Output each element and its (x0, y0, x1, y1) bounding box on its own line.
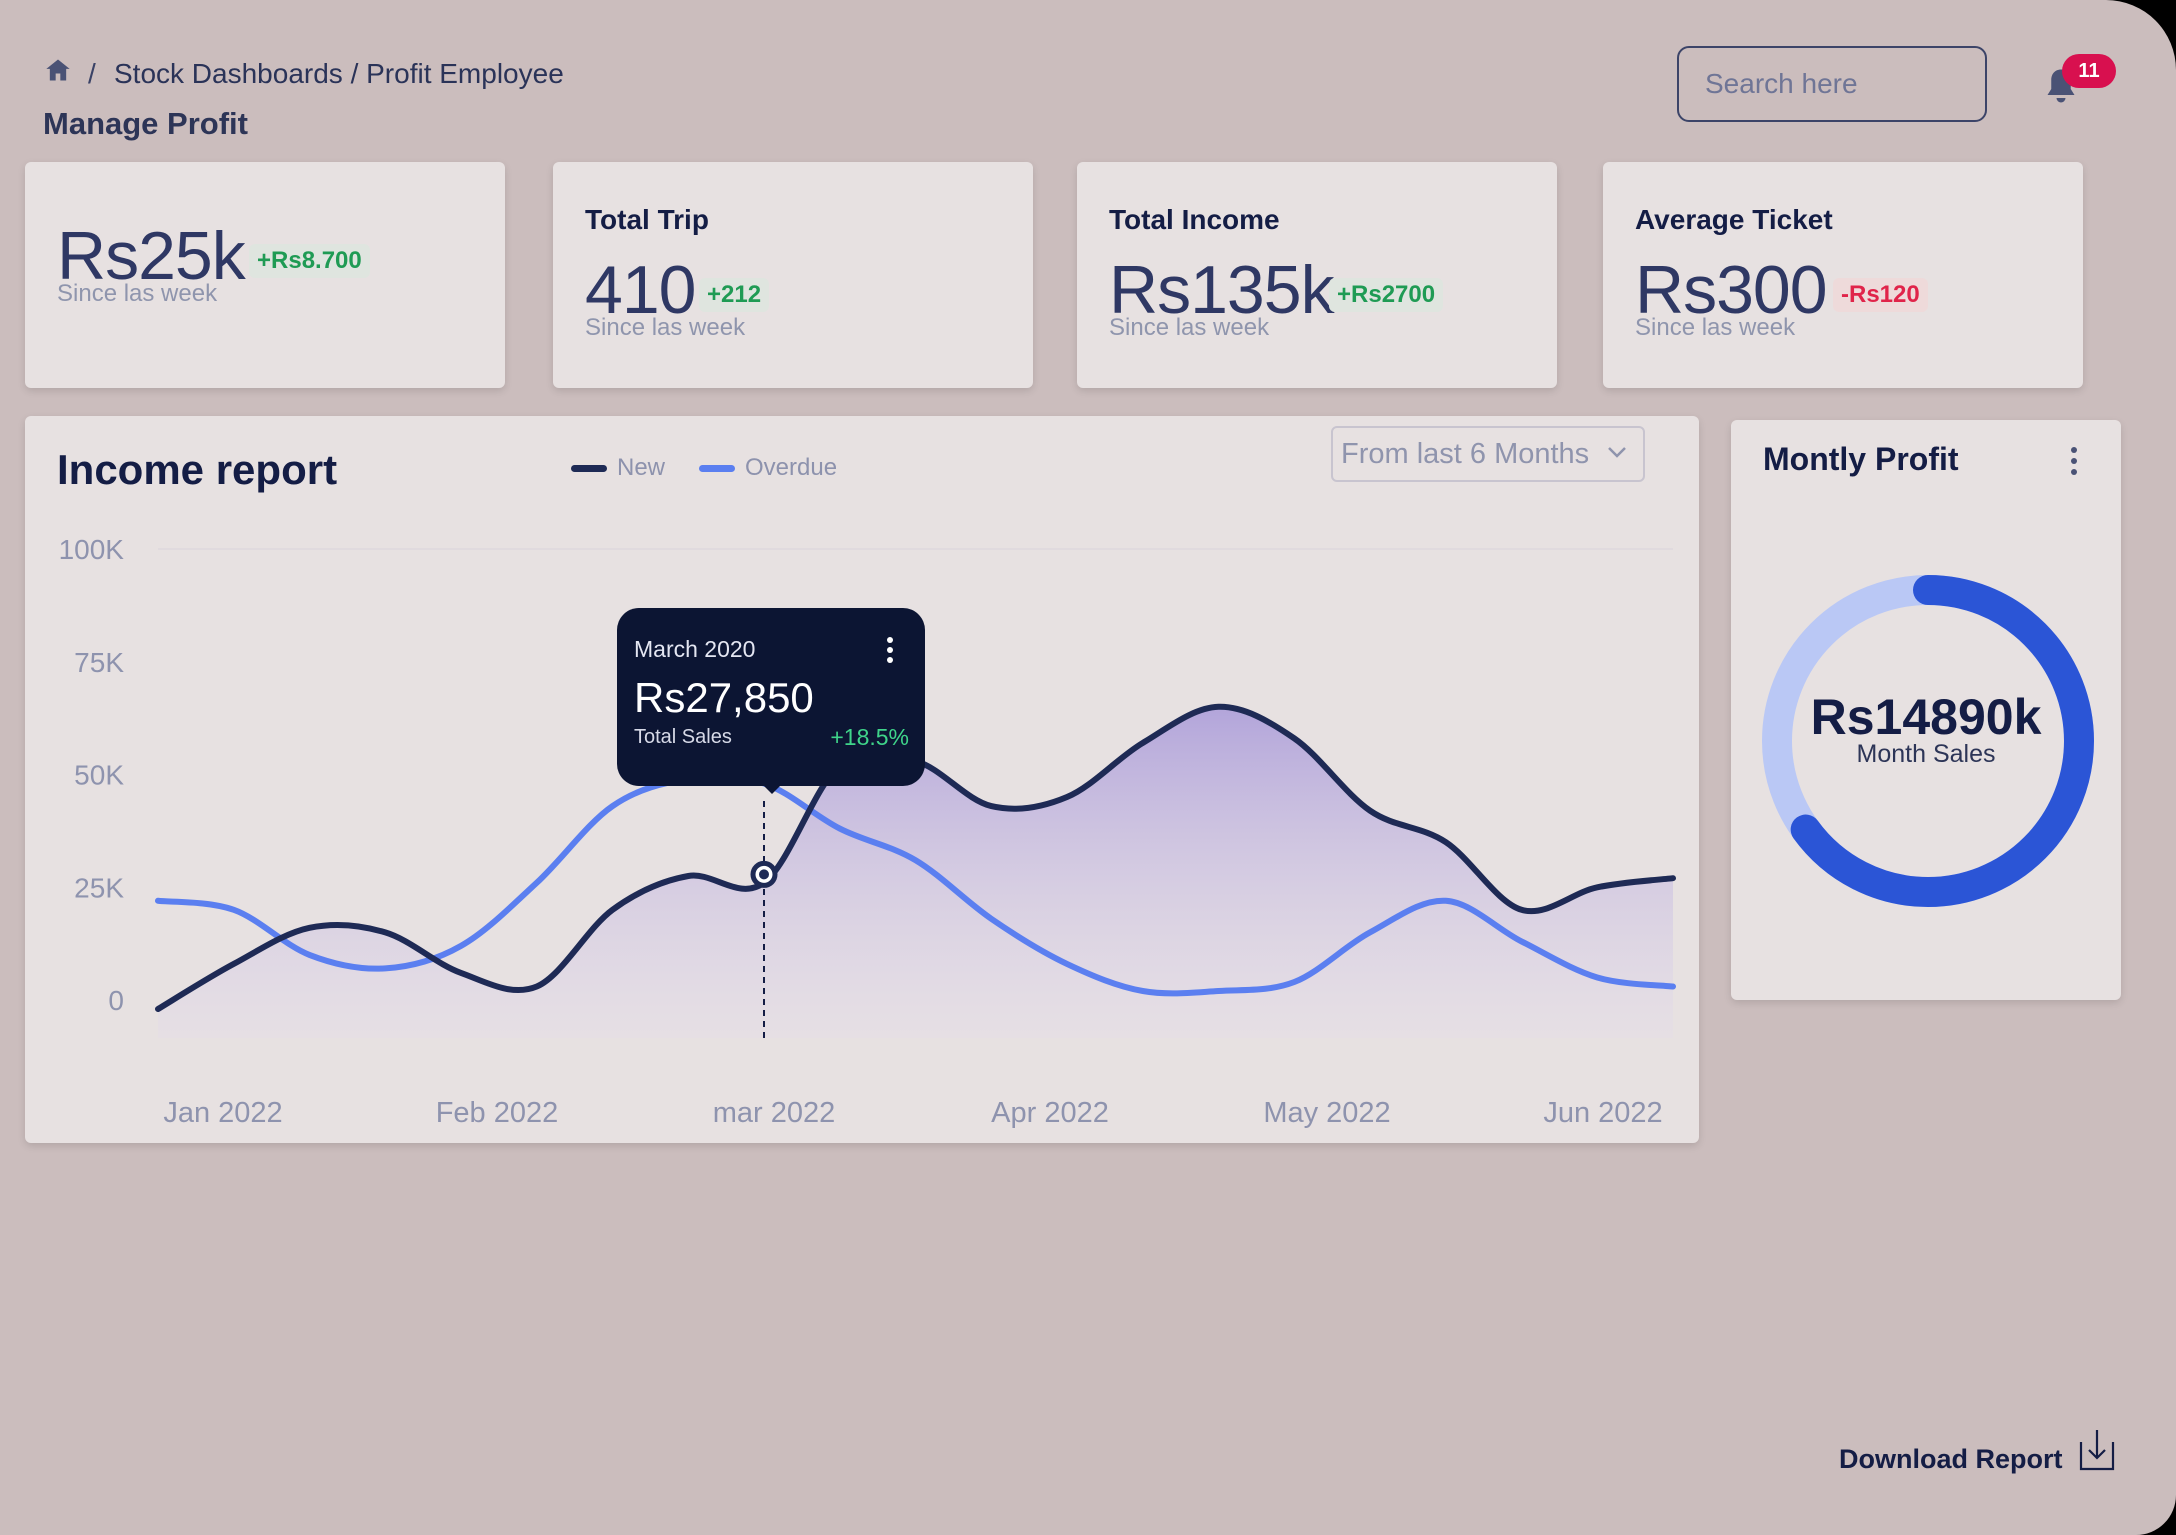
breadcrumb-separator: / (88, 58, 96, 90)
y-tick-label: 75K (74, 647, 124, 678)
stat-subtitle: Since las week (1635, 314, 1795, 342)
stat-card-profit: Rs25k +Rs8.700 Since las week (25, 162, 505, 388)
monthly-profit-value: Rs14890k (1731, 688, 2121, 746)
legend-label-new: New (617, 454, 665, 482)
stat-delta: +Rs8.700 (249, 244, 370, 278)
tooltip-value: Rs27,850 (634, 674, 814, 722)
tooltip-date: March 2020 (634, 636, 755, 663)
y-tick-label: 100K (59, 534, 125, 565)
chevron-down-icon (1607, 446, 1627, 458)
breadcrumb[interactable]: Stock Dashboards / Profit Employee (114, 58, 564, 90)
monthly-profit-card: Montly Profit Rs14890k Month Sales (1731, 420, 2121, 1000)
stat-title: Total Income (1109, 204, 1280, 236)
y-tick-label: 25K (74, 872, 124, 903)
legend-label-overdue: Overdue (745, 454, 837, 482)
chart-tooltip: March 2020 Rs27,850 Total Sales +18.5% (617, 608, 925, 786)
monthly-profit-title: Montly Profit (1763, 440, 1963, 479)
x-tick-label: Jun 2022 (1543, 1097, 1662, 1129)
legend-item-new[interactable]: New (571, 450, 665, 486)
stat-card-average-ticket: Average Ticket Rs300 -Rs120 Since las we… (1603, 162, 2083, 388)
range-select-value: From last 6 Months (1341, 438, 1589, 471)
income-report-title: Income report (57, 446, 337, 494)
stat-card-total-income: Total Income Rs135k +Rs2700 Since las we… (1077, 162, 1557, 388)
page-title: Manage Profit (43, 106, 248, 142)
download-report-button[interactable]: Download Report (1839, 1444, 2063, 1475)
stat-title: Average Ticket (1635, 204, 1833, 236)
x-tick-label: May 2022 (1263, 1097, 1390, 1129)
x-tick-label: Apr 2022 (991, 1097, 1109, 1129)
search-input[interactable] (1677, 46, 1987, 122)
tooltip-pointer (758, 780, 786, 794)
legend-swatch-overdue (699, 465, 735, 472)
more-vertical-icon[interactable] (2069, 446, 2079, 476)
stat-subtitle: Since las week (585, 314, 745, 342)
range-select[interactable]: From last 6 Months (1331, 426, 1645, 482)
legend-swatch-new (571, 465, 607, 472)
y-tick-label: 0 (108, 985, 124, 1016)
stat-title: Total Trip (585, 204, 709, 236)
stat-delta: +212 (699, 278, 769, 312)
legend-item-overdue[interactable]: Overdue (699, 450, 837, 486)
download-icon[interactable] (2078, 1428, 2116, 1472)
y-tick-label: 50K (74, 760, 124, 791)
stat-card-total-trip: Total Trip 410 +212 Since las week (553, 162, 1033, 388)
x-tick-label: mar 2022 (713, 1097, 836, 1129)
stat-subtitle: Since las week (57, 280, 217, 308)
tooltip-change: +18.5% (830, 724, 909, 751)
x-tick-label: Feb 2022 (436, 1097, 559, 1129)
stat-delta: +Rs2700 (1329, 278, 1443, 312)
x-tick-label: Jan 2022 (163, 1097, 282, 1129)
tooltip-label: Total Sales (634, 726, 732, 749)
dashboard-screen: / Stock Dashboards / Profit Employee Man… (0, 0, 2176, 1535)
highlight-point-center (759, 869, 769, 879)
more-vertical-icon[interactable] (885, 636, 895, 664)
home-icon[interactable] (44, 56, 72, 84)
monthly-profit-label: Month Sales (1731, 740, 2121, 769)
stat-delta: -Rs120 (1833, 278, 1928, 312)
notification-badge: 11 (2062, 54, 2116, 88)
stat-subtitle: Since las week (1109, 314, 1269, 342)
